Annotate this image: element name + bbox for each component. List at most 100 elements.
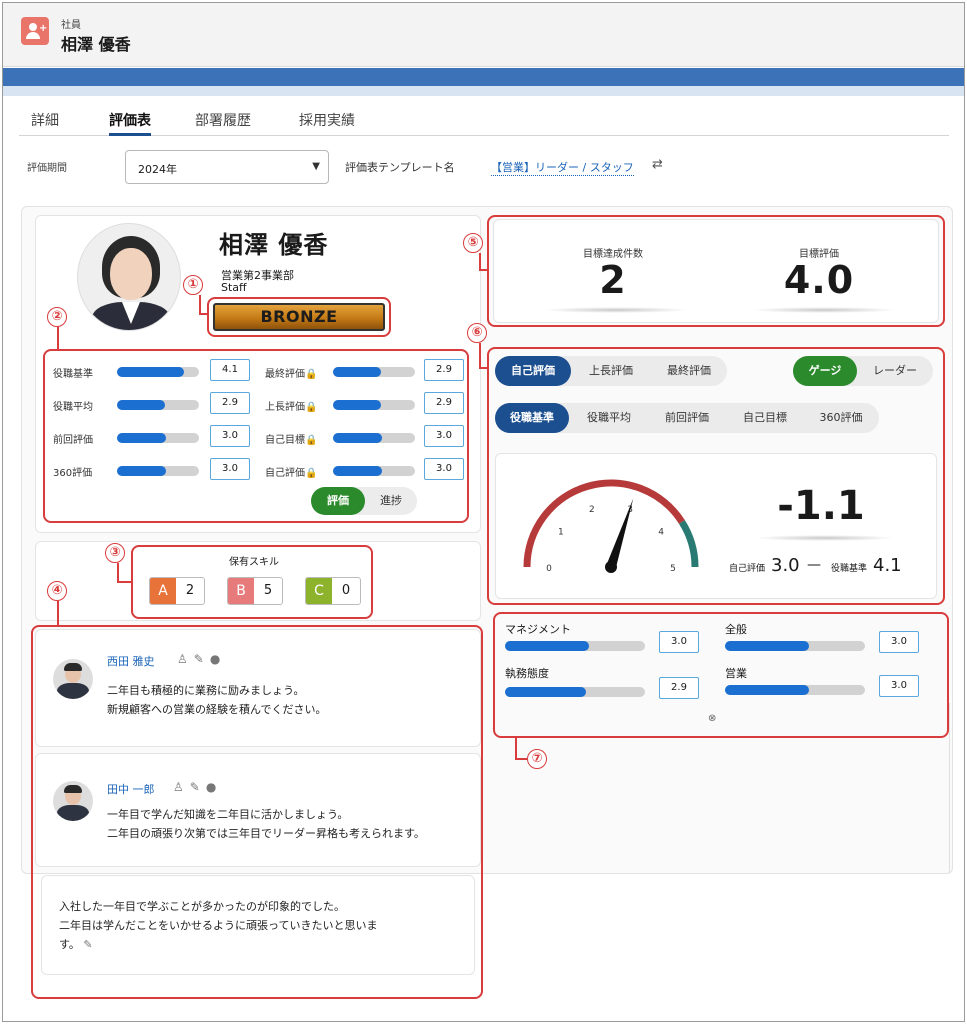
stat-value: 3.0 (424, 425, 464, 447)
stat-bar (117, 400, 199, 410)
kpi-value: 2 (599, 258, 627, 302)
tab-hiring-record[interactable]: 採用実績 (299, 106, 355, 136)
kpi-value: 4.0 (783, 258, 855, 302)
view-gauge[interactable]: ゲージ (793, 356, 857, 386)
role-standard-value: 4.1 (873, 555, 902, 576)
category-label: 執務態度 (505, 667, 549, 680)
compare-selector: 役職基準 役職平均 前回評価 自己目標 360評価 (495, 403, 879, 433)
marker-6-leader (479, 343, 487, 369)
skill-grade: C (306, 578, 332, 604)
category-value: 3.0 (659, 631, 699, 653)
employee-name: 相澤 優香 (219, 231, 329, 259)
stat-value: 2.9 (210, 392, 250, 414)
compare-role-average[interactable]: 役職平均 (571, 403, 647, 433)
highlight-1 (207, 297, 391, 337)
stat-bar (117, 433, 199, 443)
marker-2: ② (47, 307, 67, 327)
skill-count: 2 (185, 583, 195, 598)
marker-7-leader (515, 738, 527, 760)
self-eval-value: 3.0 (771, 555, 800, 576)
kpi-underline (543, 307, 689, 313)
compare-role-standard[interactable]: 役職基準 (495, 403, 569, 433)
skill-grade: B (228, 578, 254, 604)
category-bar (505, 641, 645, 651)
stat-value: 3.0 (424, 458, 464, 480)
marker-4: ④ (47, 581, 67, 601)
stat-label: 前回評価 (53, 435, 93, 446)
gauge-tick-label: 2 (589, 505, 595, 515)
stat-label-text: 自己目標 (265, 435, 305, 446)
lock-icon: 🔒 (305, 402, 318, 413)
pagination-dot-icon[interactable]: ⊗ (708, 713, 716, 724)
diff-underline (755, 535, 895, 541)
period-label: 評価期間 (27, 163, 67, 174)
skill-grade: A (150, 578, 176, 604)
eval-source-manager[interactable]: 上長評価 (573, 356, 649, 386)
category-bar (725, 641, 865, 651)
gauge-chart: 012345 (523, 479, 699, 574)
stat-bar (333, 400, 415, 410)
refresh-icon[interactable]: ⇄ (652, 157, 663, 172)
stat-label: 自己目標🔒 (265, 431, 317, 446)
stat-bar (117, 367, 199, 377)
category-value: 2.9 (659, 677, 699, 699)
record-name: 相澤 優香 (61, 35, 131, 54)
gauge-arc-high (678, 520, 699, 568)
stats-mode-toggle[interactable]: 評価 進捗 (311, 487, 417, 515)
stat-label: 360評価 (53, 468, 93, 479)
category-label: マネジメント (505, 623, 571, 636)
stat-label: 自己評価🔒 (265, 464, 317, 479)
compare-360[interactable]: 360評価 (803, 403, 879, 433)
marker-2-leader (57, 327, 59, 349)
category-label: 全般 (725, 623, 747, 636)
template-link[interactable]: 【営業】リーダー / スタッフ (491, 159, 634, 176)
lock-icon: 🔒 (305, 435, 318, 446)
period-select[interactable]: 2024年 ▼ (125, 150, 329, 184)
employee-photo (77, 223, 181, 331)
record-header: + 社員 相澤 優香 (3, 3, 964, 67)
gauge-tick-label: 4 (658, 528, 664, 538)
header-band (3, 68, 964, 86)
toggle-evaluation[interactable]: 評価 (311, 487, 365, 515)
employee-role: Staff (221, 281, 247, 294)
skills-title: 保有スキル (229, 557, 279, 568)
marker-1: ① (183, 275, 203, 295)
compare-self-goal[interactable]: 自己目標 (727, 403, 803, 433)
category-value: 3.0 (879, 631, 919, 653)
gauge-tick-label: 1 (558, 528, 564, 538)
stat-label: 上長評価🔒 (265, 398, 317, 413)
tab-details[interactable]: 詳細 (31, 106, 59, 136)
eval-source-self[interactable]: 自己評価 (495, 356, 571, 386)
stat-bar (117, 466, 199, 476)
category-bar (725, 685, 865, 695)
toggle-progress[interactable]: 進捗 (367, 487, 415, 515)
stat-value: 3.0 (210, 425, 250, 447)
eval-source-selector: 自己評価 上長評価 最終評価 (495, 356, 727, 386)
score-difference: -1.1 (777, 483, 865, 529)
view-selector: ゲージ レーダー (793, 356, 933, 386)
eval-source-final[interactable]: 最終評価 (651, 356, 727, 386)
gauge-hub (605, 561, 617, 573)
stat-label: 役職平均 (53, 402, 93, 413)
skill-b-badge: B 5 (227, 577, 283, 605)
gauge-tick-label: 5 (670, 564, 676, 574)
lock-icon: 🔒 (305, 369, 318, 380)
skill-a-badge: A 2 (149, 577, 205, 605)
stat-value: 2.9 (424, 359, 464, 381)
diff-separator: — (807, 557, 821, 573)
tab-department-history[interactable]: 部署履歴 (195, 106, 251, 136)
stat-bar (333, 466, 415, 476)
marker-5: ⑤ (463, 233, 483, 253)
marker-3: ③ (105, 543, 125, 563)
tab-evaluation[interactable]: 評価表 (109, 106, 151, 136)
marker-1-leader (199, 295, 209, 315)
gauge-tick-label: 0 (546, 564, 552, 574)
skill-count: 5 (263, 583, 273, 598)
object-type-label: 社員 (61, 20, 81, 31)
panel-divider (949, 703, 950, 873)
stat-label-text: 自己評価 (265, 468, 305, 479)
stat-bar (333, 433, 415, 443)
view-radar[interactable]: レーダー (859, 356, 931, 386)
compare-previous[interactable]: 前回評価 (649, 403, 725, 433)
stat-value: 3.0 (210, 458, 250, 480)
